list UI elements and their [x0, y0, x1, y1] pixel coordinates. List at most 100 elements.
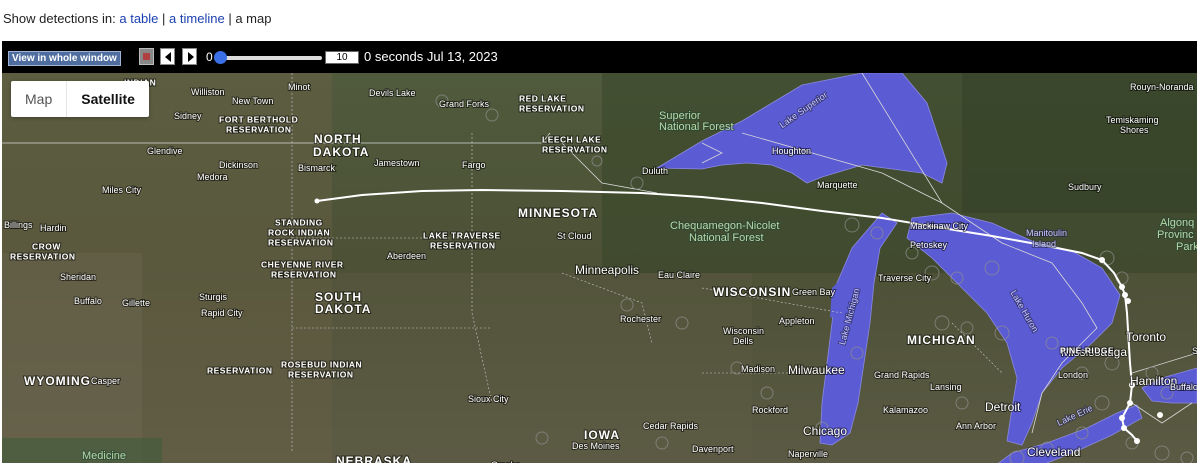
map-label-state: WISCONSIN [713, 285, 791, 299]
stop-icon [143, 53, 150, 60]
play-button[interactable] [182, 48, 197, 65]
separator: | [162, 11, 166, 26]
map-label-town: Ann Arbor [956, 421, 996, 431]
map-label-town: Grand Forks [439, 99, 490, 109]
map-type-map-button[interactable]: Map [11, 81, 68, 117]
triangle-right-icon [188, 52, 194, 62]
map-label-city: Toronto [1126, 330, 1166, 344]
map-label-town: Rockford [752, 405, 788, 415]
map-label-town: Mackinaw City [910, 221, 969, 231]
map-label-res: CHEYENNE RIVER [261, 260, 344, 270]
map-label-town: Davenport [692, 444, 734, 454]
map-label-city: Detroit [985, 400, 1021, 414]
map-label-town: Buffalo [74, 296, 102, 306]
time-slider-thumb[interactable] [214, 51, 227, 64]
map-label-state: DAKOTA [313, 145, 369, 159]
map-label-res: ROCK INDIAN [268, 228, 330, 238]
map-label-park: National Forest [689, 232, 764, 244]
map-label-state: NEBRASKA [336, 454, 412, 463]
map-label-res: RESERVATION [271, 270, 336, 280]
map-label-town: Madison [741, 364, 775, 374]
table-view-link[interactable]: a table [119, 11, 158, 26]
map-label-park: National Forest [659, 121, 734, 133]
triangle-left-icon [165, 52, 171, 62]
map-label-town: Aberdeen [387, 251, 426, 261]
map-label-town: Wisconsin [723, 326, 764, 336]
map-label-town: Billings [4, 220, 33, 230]
map-label-res: RESERVATION [207, 366, 272, 376]
map-label-city: Cleveland [1027, 445, 1080, 459]
satellite-map[interactable]: INDIANWillistonMinotDevils LakeGrand For… [2, 73, 1197, 463]
map-label-town: Casper [91, 376, 120, 386]
map-label-town: Gillette [122, 298, 150, 308]
map-label-town: Miles City [102, 185, 142, 195]
map-label-town: Rapid City [201, 308, 243, 318]
terrain-patch [2, 253, 142, 463]
map-label-res: LEECH LAKE [542, 135, 601, 145]
map-label-state: IOWA [584, 428, 620, 442]
map-label-town: Cedar Rapids [643, 421, 699, 431]
playback-status: 0 seconds Jul 13, 2023 [364, 49, 498, 64]
map-label-town: Hardin [40, 223, 67, 233]
map-label-res: RESERVATION [542, 145, 607, 155]
terrain-patch [332, 273, 752, 463]
map-panel: View in whole window 0 0 seconds Jul 13,… [2, 41, 1197, 463]
map-label-res: RESERVATION [268, 238, 333, 248]
map-label-town: Buffalo [1170, 382, 1197, 392]
map-label-park: Algonq [1160, 217, 1194, 229]
map-label-city: Minneapolis [575, 263, 639, 277]
map-label-town: Rouyn-Noranda [1130, 82, 1194, 92]
map-label-res: RESERVATION [10, 252, 75, 262]
map-label-state: DAKOTA [315, 302, 371, 316]
terrain-patch [962, 73, 1197, 213]
map-label-town: Jamestown [374, 158, 420, 168]
step-back-button[interactable] [160, 48, 175, 65]
map-label-town: Williston [191, 87, 225, 97]
map-label-town: Dells [733, 336, 754, 346]
step-size-input[interactable] [325, 51, 359, 64]
slider-min-label: 0 [206, 50, 213, 64]
current-view-label: a map [235, 11, 272, 26]
map-label-res: RED LAKE [519, 94, 566, 104]
map-label-water: Island [1032, 239, 1056, 249]
map-label-town: Naperville [788, 449, 828, 459]
map-label-town: Petoskey [910, 240, 948, 250]
map-label-town: Sioux Falls [1192, 346, 1197, 356]
time-slider[interactable] [218, 56, 322, 60]
map-label-town: Des Moines [572, 441, 620, 451]
map-label-town: Rochester [620, 314, 661, 324]
map-label-res: RESERVATION [226, 125, 291, 135]
map-label-town: Marquette [817, 180, 858, 190]
timeline-view-link[interactable]: a timeline [169, 11, 225, 26]
map-label-state: NORTH [314, 132, 362, 146]
map-label-res: FORT BERTHOLD [219, 115, 298, 125]
map-label-town: Sturgis [199, 292, 228, 302]
map-label-state: MINNESOTA [518, 206, 598, 220]
playback-toolbar: View in whole window 0 0 seconds Jul 13,… [2, 41, 1197, 73]
map-label-water: Manitoulin [1026, 228, 1067, 238]
map-label-town: Sheridan [60, 272, 96, 282]
stop-button[interactable] [139, 48, 154, 65]
map-label-res: STANDING [275, 218, 323, 228]
map-label-town: Bismarck [298, 163, 336, 173]
map-label-town: Duluth [642, 166, 668, 176]
view-whole-window-button[interactable]: View in whole window [8, 51, 121, 66]
map-label-park: Chequamegon-Nicolet [670, 220, 779, 232]
map-label-res: ROSEBUD INDIAN [281, 360, 362, 370]
map-label-town: Lansing [930, 382, 962, 392]
map-type-satellite-button[interactable]: Satellite [67, 81, 149, 117]
map-label-town: Dickinson [219, 160, 258, 170]
map-label-town: Glendive [147, 146, 183, 156]
map-label-town: Fargo [462, 160, 486, 170]
map-label-res: RESERVATION [519, 104, 584, 114]
map-label-town: Minot [288, 82, 311, 92]
map-label-res: RESERVATION [430, 241, 495, 251]
map-type-control: Map Satellite [11, 81, 149, 117]
map-label-city: Milwaukee [788, 363, 845, 377]
map-label-town: St Cloud [557, 231, 592, 241]
view-switcher-prefix: Show detections in: [3, 11, 116, 26]
map-label-town: Shores [1120, 125, 1149, 135]
map-label-town: Medora [197, 172, 228, 182]
map-label-res: PINE RIDGE [1060, 346, 1114, 356]
view-switcher: Show detections in: a table | a timeline… [3, 11, 271, 26]
